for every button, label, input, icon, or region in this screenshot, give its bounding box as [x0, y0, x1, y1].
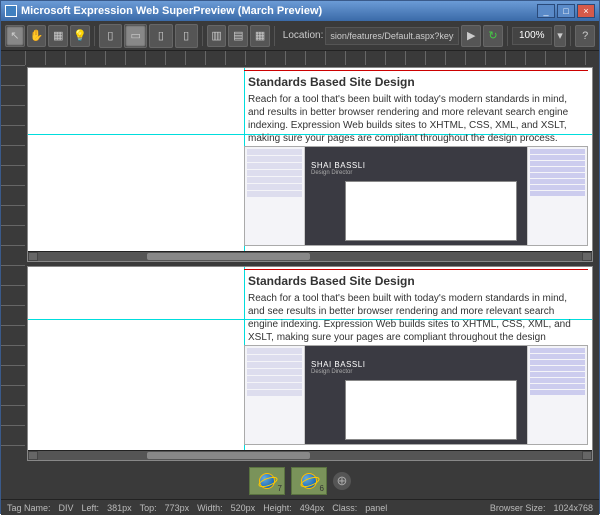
class-value: panel: [365, 503, 387, 513]
tag-name-label: Tag Name:: [7, 503, 51, 513]
browser-tab-ie6[interactable]: 6: [291, 467, 327, 495]
pointer-tool-button[interactable]: ↖: [5, 25, 25, 47]
separator: [507, 26, 508, 46]
browser-tabs-bar: 7 6 ⊕: [1, 463, 599, 499]
split-vertical-button[interactable]: ▥: [207, 25, 227, 47]
zoom-input[interactable]: [512, 27, 552, 45]
tag-name-value: DIV: [59, 503, 74, 513]
height-label: Height:: [263, 503, 292, 513]
page-content: Standards Based Site Design Reach for a …: [244, 70, 588, 149]
close-button[interactable]: ×: [577, 4, 595, 18]
left-value: 381px: [107, 503, 132, 513]
left-label: Left:: [82, 503, 100, 513]
layout-alt2-button[interactable]: ▯: [175, 24, 198, 48]
embedded-screenshot: SHAI BASSLI Design Director: [244, 146, 588, 246]
pan-tool-button[interactable]: ✋: [27, 25, 47, 47]
separator: [274, 26, 275, 46]
layout-single-button[interactable]: ▯: [99, 24, 122, 48]
top-label: Top:: [140, 503, 157, 513]
refresh-button[interactable]: ↻: [483, 25, 503, 47]
embedded-screenshot: SHAI BASSLI Design Director: [244, 345, 588, 445]
browser-version: 7: [278, 484, 282, 493]
go-button[interactable]: ▶: [461, 25, 481, 47]
overlay-button[interactable]: ▦: [250, 25, 270, 47]
color-tool-button[interactable]: ▦: [48, 25, 68, 47]
app-icon: [5, 5, 17, 17]
preview-subtitle: Design Director: [311, 369, 521, 375]
horizontal-ruler: [1, 51, 599, 65]
browser-tab-ie7[interactable]: 7: [249, 467, 285, 495]
titlebar[interactable]: Microsoft Expression Web SuperPreview (M…: [1, 1, 599, 21]
class-label: Class:: [332, 503, 357, 513]
add-browser-button[interactable]: ⊕: [333, 472, 351, 490]
app-window: Microsoft Expression Web SuperPreview (M…: [0, 0, 600, 514]
location-label: Location:: [283, 30, 324, 41]
layout-wide-button[interactable]: ▭: [124, 24, 147, 48]
browser-size-value: 1024x768: [553, 503, 593, 513]
location-input[interactable]: [325, 27, 459, 45]
browser-size-label: Browser Size:: [490, 503, 546, 513]
separator: [94, 26, 95, 46]
statusbar: Tag Name: DIV Left: 381px Top: 773px Wid…: [1, 499, 599, 515]
separator: [570, 26, 571, 46]
browser-version: 6: [320, 484, 324, 493]
vertical-ruler: [1, 65, 25, 463]
minimize-button[interactable]: _: [537, 4, 555, 18]
preview-pane-bottom[interactable]: Standards Based Site Design Reach for a …: [27, 266, 593, 461]
content-body: Reach for a tool that's been built with …: [248, 93, 584, 145]
help-button[interactable]: ?: [575, 25, 595, 47]
preview-pane-top[interactable]: Standards Based Site Design Reach for a …: [27, 67, 593, 262]
height-value: 494px: [300, 503, 325, 513]
horizontal-scrollbar[interactable]: [28, 251, 592, 261]
highlight-tool-button[interactable]: 💡: [70, 25, 90, 47]
workspace: Standards Based Site Design Reach for a …: [1, 65, 599, 463]
window-title: Microsoft Expression Web SuperPreview (M…: [21, 5, 537, 17]
width-label: Width:: [197, 503, 223, 513]
separator: [202, 26, 203, 46]
preview-title: SHAI BASSLI: [311, 360, 521, 369]
preview-title: SHAI BASSLI: [311, 161, 521, 170]
zoom-dropdown-button[interactable]: ▾: [554, 25, 567, 47]
content-heading: Standards Based Site Design: [248, 75, 584, 89]
width-value: 520px: [231, 503, 256, 513]
top-value: 773px: [165, 503, 190, 513]
ie-icon: [259, 473, 275, 489]
content-heading: Standards Based Site Design: [248, 274, 584, 288]
main-toolbar: ↖ ✋ ▦ 💡 ▯ ▭ ▯ ▯ ▥ ▤ ▦ Location: ▶ ↻ ▾ ?: [1, 21, 599, 51]
horizontal-scrollbar[interactable]: [28, 450, 592, 460]
ie-icon: [301, 473, 317, 489]
split-horizontal-button[interactable]: ▤: [228, 25, 248, 47]
maximize-button[interactable]: □: [557, 4, 575, 18]
preview-subtitle: Design Director: [311, 170, 521, 176]
layout-alt1-button[interactable]: ▯: [149, 24, 172, 48]
